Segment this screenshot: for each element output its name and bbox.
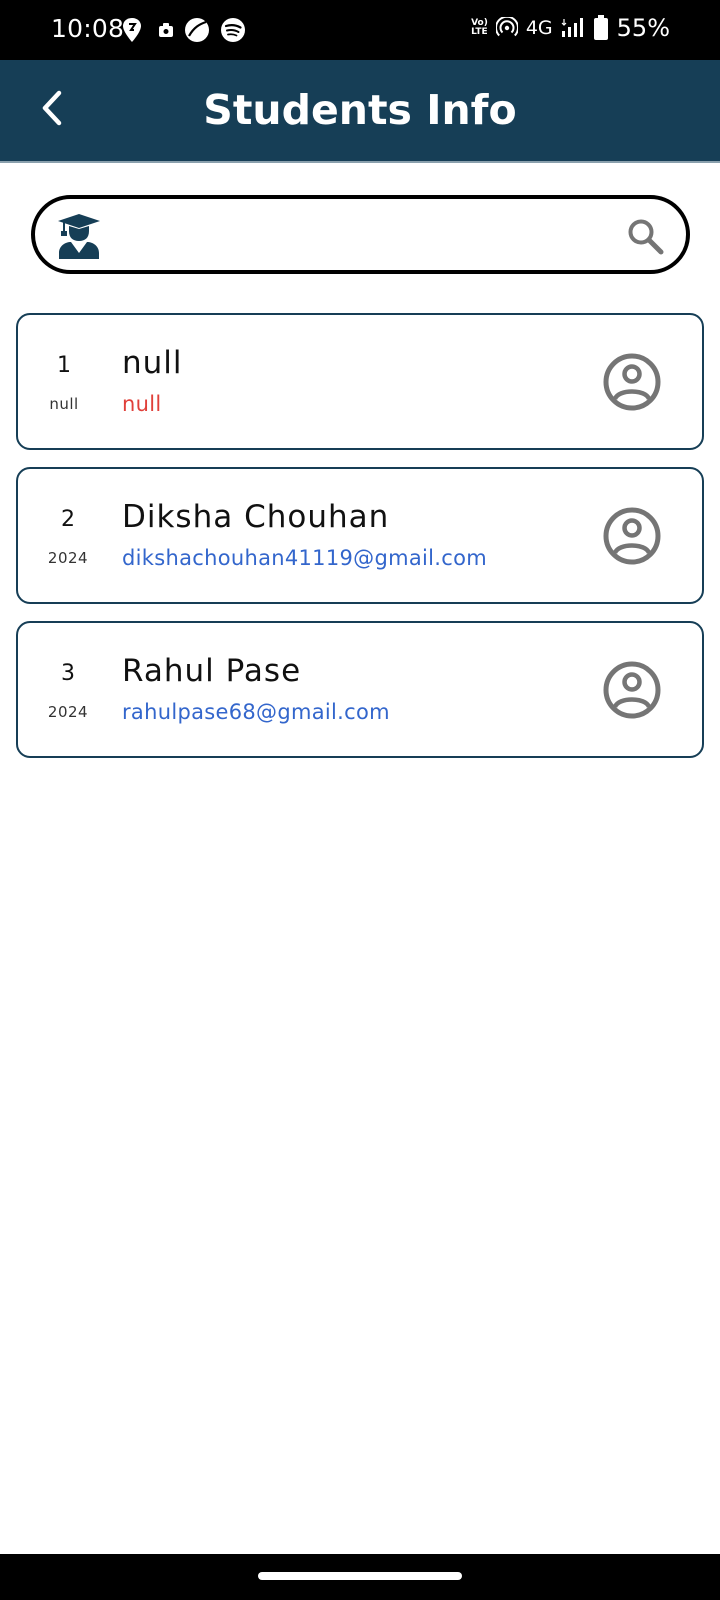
student-name: Rahul Pase xyxy=(122,653,302,689)
student-year: null xyxy=(49,395,79,413)
student-name: Diksha Chouhan xyxy=(122,499,390,535)
student-year: 2024 xyxy=(47,703,89,721)
volte-indicator: Vo) LTE xyxy=(471,19,488,37)
student-card[interactable]: 1 null null null xyxy=(16,313,704,450)
student-email: dikshachouhan41119@gmail.com xyxy=(122,546,487,570)
student-name: null xyxy=(122,345,183,381)
account-circle-icon[interactable] xyxy=(602,660,662,720)
app-notification-icon xyxy=(159,23,173,37)
signal-strength-icon xyxy=(561,18,583,37)
student-email: rahulpase68@gmail.com xyxy=(122,700,390,724)
student-graduate-icon xyxy=(58,214,100,259)
spotify-icon xyxy=(221,18,245,42)
system-nav-bar xyxy=(0,1554,720,1600)
hotspot-icon xyxy=(495,17,518,37)
network-type: 4G xyxy=(525,17,553,39)
leaf-app-icon xyxy=(185,18,209,42)
location-pin-icon xyxy=(123,18,141,42)
student-number: 3 xyxy=(61,661,75,686)
status-right-group: Vo) LTE 4G 55% xyxy=(471,14,670,42)
home-indicator[interactable] xyxy=(258,1572,462,1580)
battery-icon xyxy=(593,15,608,40)
status-time: 10:08 xyxy=(51,14,125,43)
student-year: 2024 xyxy=(47,549,89,567)
status-bar: 10:08 Vo) LTE 4G 55% xyxy=(0,0,720,60)
account-circle-icon[interactable] xyxy=(602,506,662,566)
page-title: Students Info xyxy=(203,86,517,134)
student-card[interactable]: 3 2024 Rahul Pase rahulpase68@gmail.com xyxy=(16,621,704,758)
battery-percent: 55% xyxy=(616,14,670,42)
app-bar: Students Info xyxy=(0,60,720,163)
search-icon[interactable] xyxy=(626,217,664,255)
student-number: 1 xyxy=(57,353,71,378)
account-circle-icon[interactable] xyxy=(602,352,662,412)
student-email: null xyxy=(122,392,162,416)
student-number: 2 xyxy=(61,507,75,532)
search-bar[interactable] xyxy=(31,195,690,274)
search-input[interactable] xyxy=(121,213,601,257)
volte-bottom-label: LTE xyxy=(471,27,488,37)
student-card[interactable]: 2 2024 Diksha Chouhan dikshachouhan41119… xyxy=(16,467,704,604)
